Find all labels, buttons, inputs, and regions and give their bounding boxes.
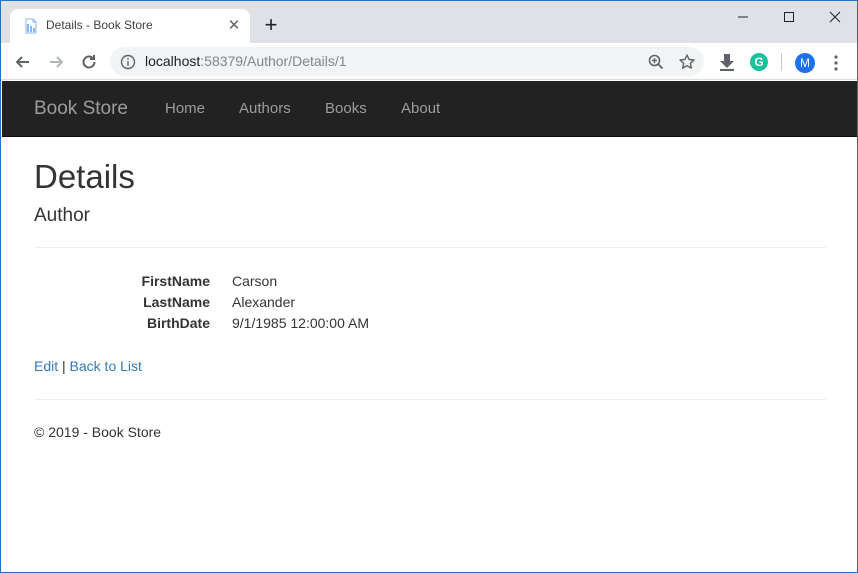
browser-tab[interactable]: Details - Book Store ✕ — [10, 9, 250, 43]
new-tab-button[interactable]: + — [261, 14, 281, 36]
info-icon[interactable] — [120, 54, 136, 70]
detail-label: LastName — [143, 294, 210, 310]
close-icon — [829, 11, 841, 23]
detail-row: LastName Alexander — [34, 294, 826, 315]
detail-value: 9/1/1985 12:00:00 AM — [232, 315, 369, 331]
site-navbar: Book Store Home Authors Books About — [2, 81, 857, 137]
nav-link-home[interactable]: Home — [165, 100, 205, 117]
maximize-button[interactable] — [766, 5, 812, 29]
detail-value: Carson — [232, 273, 278, 289]
arrow-left-icon — [15, 56, 29, 68]
arrow-right-icon — [50, 56, 64, 68]
profile-avatar[interactable]: M — [795, 53, 815, 73]
page-viewport: Book Store Home Authors Books About Deta… — [2, 81, 857, 572]
minimize-icon — [738, 16, 748, 18]
footer-copyright: © 2019 - Book Store — [34, 424, 162, 440]
page-subtitle: Author — [34, 205, 90, 226]
more-menu-icon[interactable] — [829, 53, 843, 73]
divider — [34, 247, 826, 248]
maximize-icon — [784, 12, 794, 22]
grammarly-extension-icon[interactable]: G — [750, 53, 768, 71]
download-icon[interactable] — [717, 52, 737, 72]
footer-divider — [34, 399, 826, 400]
page-icon — [23, 18, 39, 34]
zoom-icon[interactable] — [647, 53, 665, 71]
url-host: localhost — [145, 53, 201, 69]
brand-link[interactable]: Book Store — [34, 98, 128, 120]
actions-bar: Edit | Back to List — [34, 358, 142, 374]
star-icon[interactable] — [678, 53, 696, 71]
detail-label: BirthDate — [146, 315, 210, 331]
browser-window: Details - Book Store ✕ + localhost:58379… — [0, 0, 858, 573]
toolbar-divider — [781, 53, 782, 71]
link-separator: | — [62, 358, 66, 374]
address-bar[interactable]: localhost:58379/Author/Details/1 — [110, 47, 704, 76]
detail-value: Alexander — [232, 294, 296, 310]
detail-label: FirstName — [141, 273, 210, 289]
back-button[interactable] — [13, 52, 33, 72]
url-path: :58379/Author/Details/1 — [200, 53, 347, 69]
reload-button[interactable] — [79, 52, 99, 72]
minimize-button[interactable] — [720, 5, 766, 29]
tab-close-icon[interactable]: ✕ — [226, 18, 242, 34]
back-to-list-link[interactable]: Back to List — [70, 358, 142, 374]
detail-row: BirthDate 9/1/1985 12:00:00 AM — [34, 315, 826, 336]
edit-link[interactable]: Edit — [34, 358, 58, 374]
tab-title: Details - Book Store — [46, 18, 153, 32]
details-list: FirstName Carson LastName Alexander Birt… — [34, 273, 826, 336]
detail-row: FirstName Carson — [34, 273, 826, 294]
nav-link-authors[interactable]: Authors — [239, 100, 291, 117]
close-window-button[interactable] — [812, 5, 857, 29]
forward-button[interactable] — [46, 52, 66, 72]
tab-strip: Details - Book Store ✕ + — [1, 1, 857, 43]
page-title: Details — [34, 158, 135, 195]
reload-icon — [82, 55, 96, 69]
url-text[interactable]: localhost:58379/Author/Details/1 — [145, 53, 347, 69]
nav-link-books[interactable]: Books — [325, 100, 367, 117]
nav-link-about[interactable]: About — [401, 100, 440, 117]
